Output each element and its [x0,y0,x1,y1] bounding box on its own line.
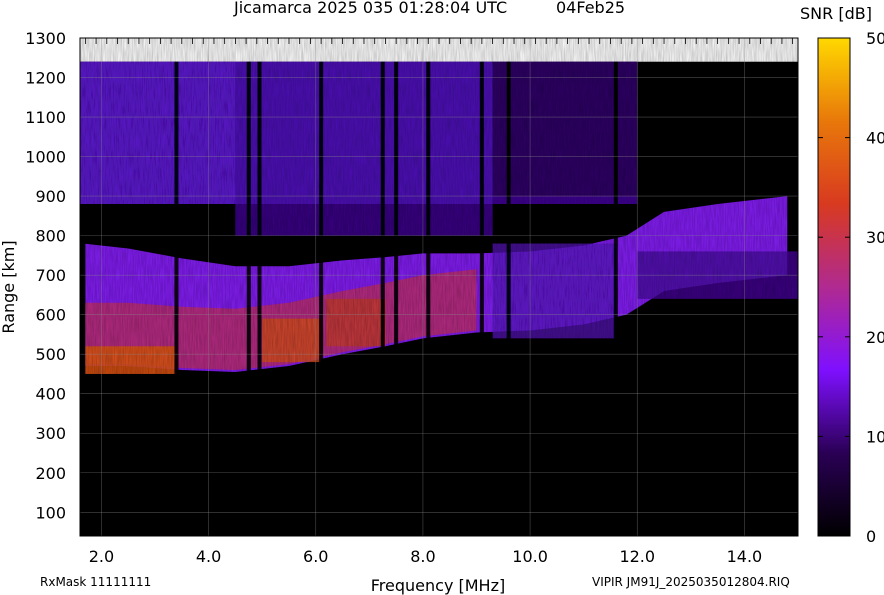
x-tick-label: 8.0 [410,547,435,566]
y-tick-label: 600 [35,306,66,325]
y-tick-label: 1000 [25,148,66,167]
y-tick-label: 700 [35,266,66,285]
colorbar [818,38,850,536]
y-tick-label: 400 [35,385,66,404]
y-tick-label: 1100 [25,108,66,127]
hot-spot-high [326,298,386,347]
hf-echo [492,243,616,339]
ionogram-chart: 2.0 4.0 6.0 8.0 10.0 12.0 14.01002003004005006… [0,29,884,595]
colorbar-tick-label: 40 [866,129,884,148]
colorbar-tick-label: 50 [866,29,884,48]
upper-echo-bright [80,61,236,204]
heatmap [80,38,798,536]
gap-line [319,61,324,536]
y-tick-label: 800 [35,227,66,246]
y-tick-label: 200 [35,464,66,483]
gap-line [380,61,385,536]
y-tick-label: 1300 [25,29,66,48]
gap-line [394,61,399,536]
y-tick-label: 1200 [25,69,66,88]
plot-area [80,38,798,536]
gap-line [479,61,484,536]
gap-line [506,61,511,536]
hot-spot-mid [262,318,322,363]
y-tick-label: 100 [35,503,66,522]
x-tick-label: 6.0 [303,547,328,566]
x-tick-label: 4.0 [196,547,221,566]
gap-line [613,61,618,536]
colorbar-tick-label: 0 [866,527,876,546]
x-tick-label: 12.0 [619,547,655,566]
upper-echo-mid [235,61,493,236]
gap-line [246,61,251,536]
gap-line [174,61,179,536]
colorbar-tick-label: 20 [866,328,884,347]
y-tick-label: 300 [35,424,66,443]
x-tick-label: 14.0 [727,547,763,566]
colorbar-tick-label: 30 [866,228,884,247]
gap-line [257,61,262,536]
y-tick-label: 500 [35,345,66,364]
y-axis-title: Range [km] [0,240,18,333]
y-tick-label: 900 [35,187,66,206]
x-tick-label: 10.0 [512,547,548,566]
x-tick-label: 2.0 [89,547,114,566]
colorbar-tick-label: 10 [866,427,884,446]
x-axis-title: Frequency [MHz] [371,576,505,595]
gap-line [426,61,431,536]
hot-spot-low [85,346,177,374]
